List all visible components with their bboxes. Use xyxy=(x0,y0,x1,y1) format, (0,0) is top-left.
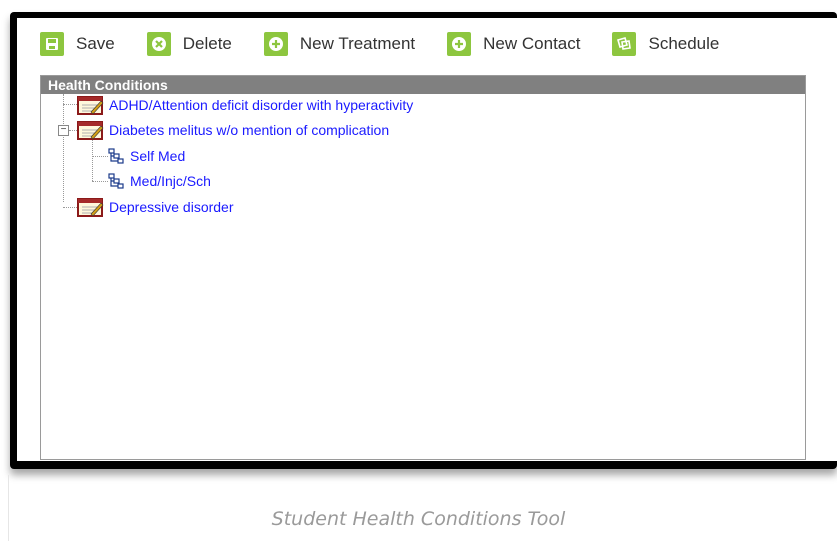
condition-label: Depressive disorder xyxy=(109,199,234,215)
condition-notepad-icon xyxy=(77,96,104,115)
tree-item-treatment[interactable]: Med/Injc/Sch xyxy=(108,170,211,192)
new-treatment-button[interactable]: New Treatment xyxy=(263,27,416,61)
toolbar: Save Delete New Treatment New Contact Sc… xyxy=(17,18,837,70)
tree-connector-line xyxy=(92,140,93,181)
schedule-button[interactable]: Schedule xyxy=(612,27,719,61)
delete-label: Delete xyxy=(182,34,232,53)
plus-icon xyxy=(447,32,472,56)
delete-button[interactable]: Delete xyxy=(146,27,232,61)
new-contact-button[interactable]: New Contact xyxy=(447,27,580,61)
window-frame: Save Delete New Treatment New Contact Sc… xyxy=(10,12,837,469)
panel-title: Health Conditions xyxy=(41,76,805,94)
health-conditions-panel: Health Conditions − ADHD/Attention defic… xyxy=(40,75,806,460)
figure-caption: Student Health Conditions Tool xyxy=(271,508,566,530)
tree-item-condition[interactable]: Diabetes melitus w/o mention of complica… xyxy=(77,119,389,141)
tree-connector-line xyxy=(63,207,77,208)
plus-icon xyxy=(263,32,288,56)
new-treatment-label: New Treatment xyxy=(299,34,416,53)
condition-label: Diabetes melitus w/o mention of complica… xyxy=(109,122,390,138)
new-contact-label: New Contact xyxy=(483,34,581,53)
condition-label: ADHD/Attention deficit disorder with hyp… xyxy=(109,97,414,113)
tree-connector-line xyxy=(92,181,108,182)
condition-notepad-icon xyxy=(77,121,104,140)
tree-item-condition[interactable]: Depressive disorder xyxy=(77,196,234,218)
save-icon xyxy=(40,32,64,56)
conditions-tree: − ADHD/Attention deficit disorder with h… xyxy=(41,94,805,459)
treatment-label: Med/Injc/Sch xyxy=(130,173,211,189)
delete-icon xyxy=(146,32,171,56)
condition-notepad-icon xyxy=(77,198,104,217)
hierarchy-icon xyxy=(108,173,124,189)
hierarchy-icon xyxy=(108,148,124,164)
schedule-icon xyxy=(612,32,637,56)
schedule-label: Schedule xyxy=(648,34,720,53)
tree-connector-line xyxy=(63,104,77,105)
save-button[interactable]: Save xyxy=(40,27,115,61)
tree-connector-line xyxy=(92,156,108,157)
collapse-toggle[interactable]: − xyxy=(58,125,69,136)
treatment-label: Self Med xyxy=(130,148,186,164)
window-content: Save Delete New Treatment New Contact Sc… xyxy=(17,18,837,461)
save-label: Save xyxy=(76,34,115,53)
tree-connector-line xyxy=(69,130,77,131)
tree-connector-line xyxy=(63,94,64,202)
tree-item-condition[interactable]: ADHD/Attention deficit disorder with hyp… xyxy=(77,94,413,116)
tree-item-treatment[interactable]: Self Med xyxy=(108,145,185,167)
